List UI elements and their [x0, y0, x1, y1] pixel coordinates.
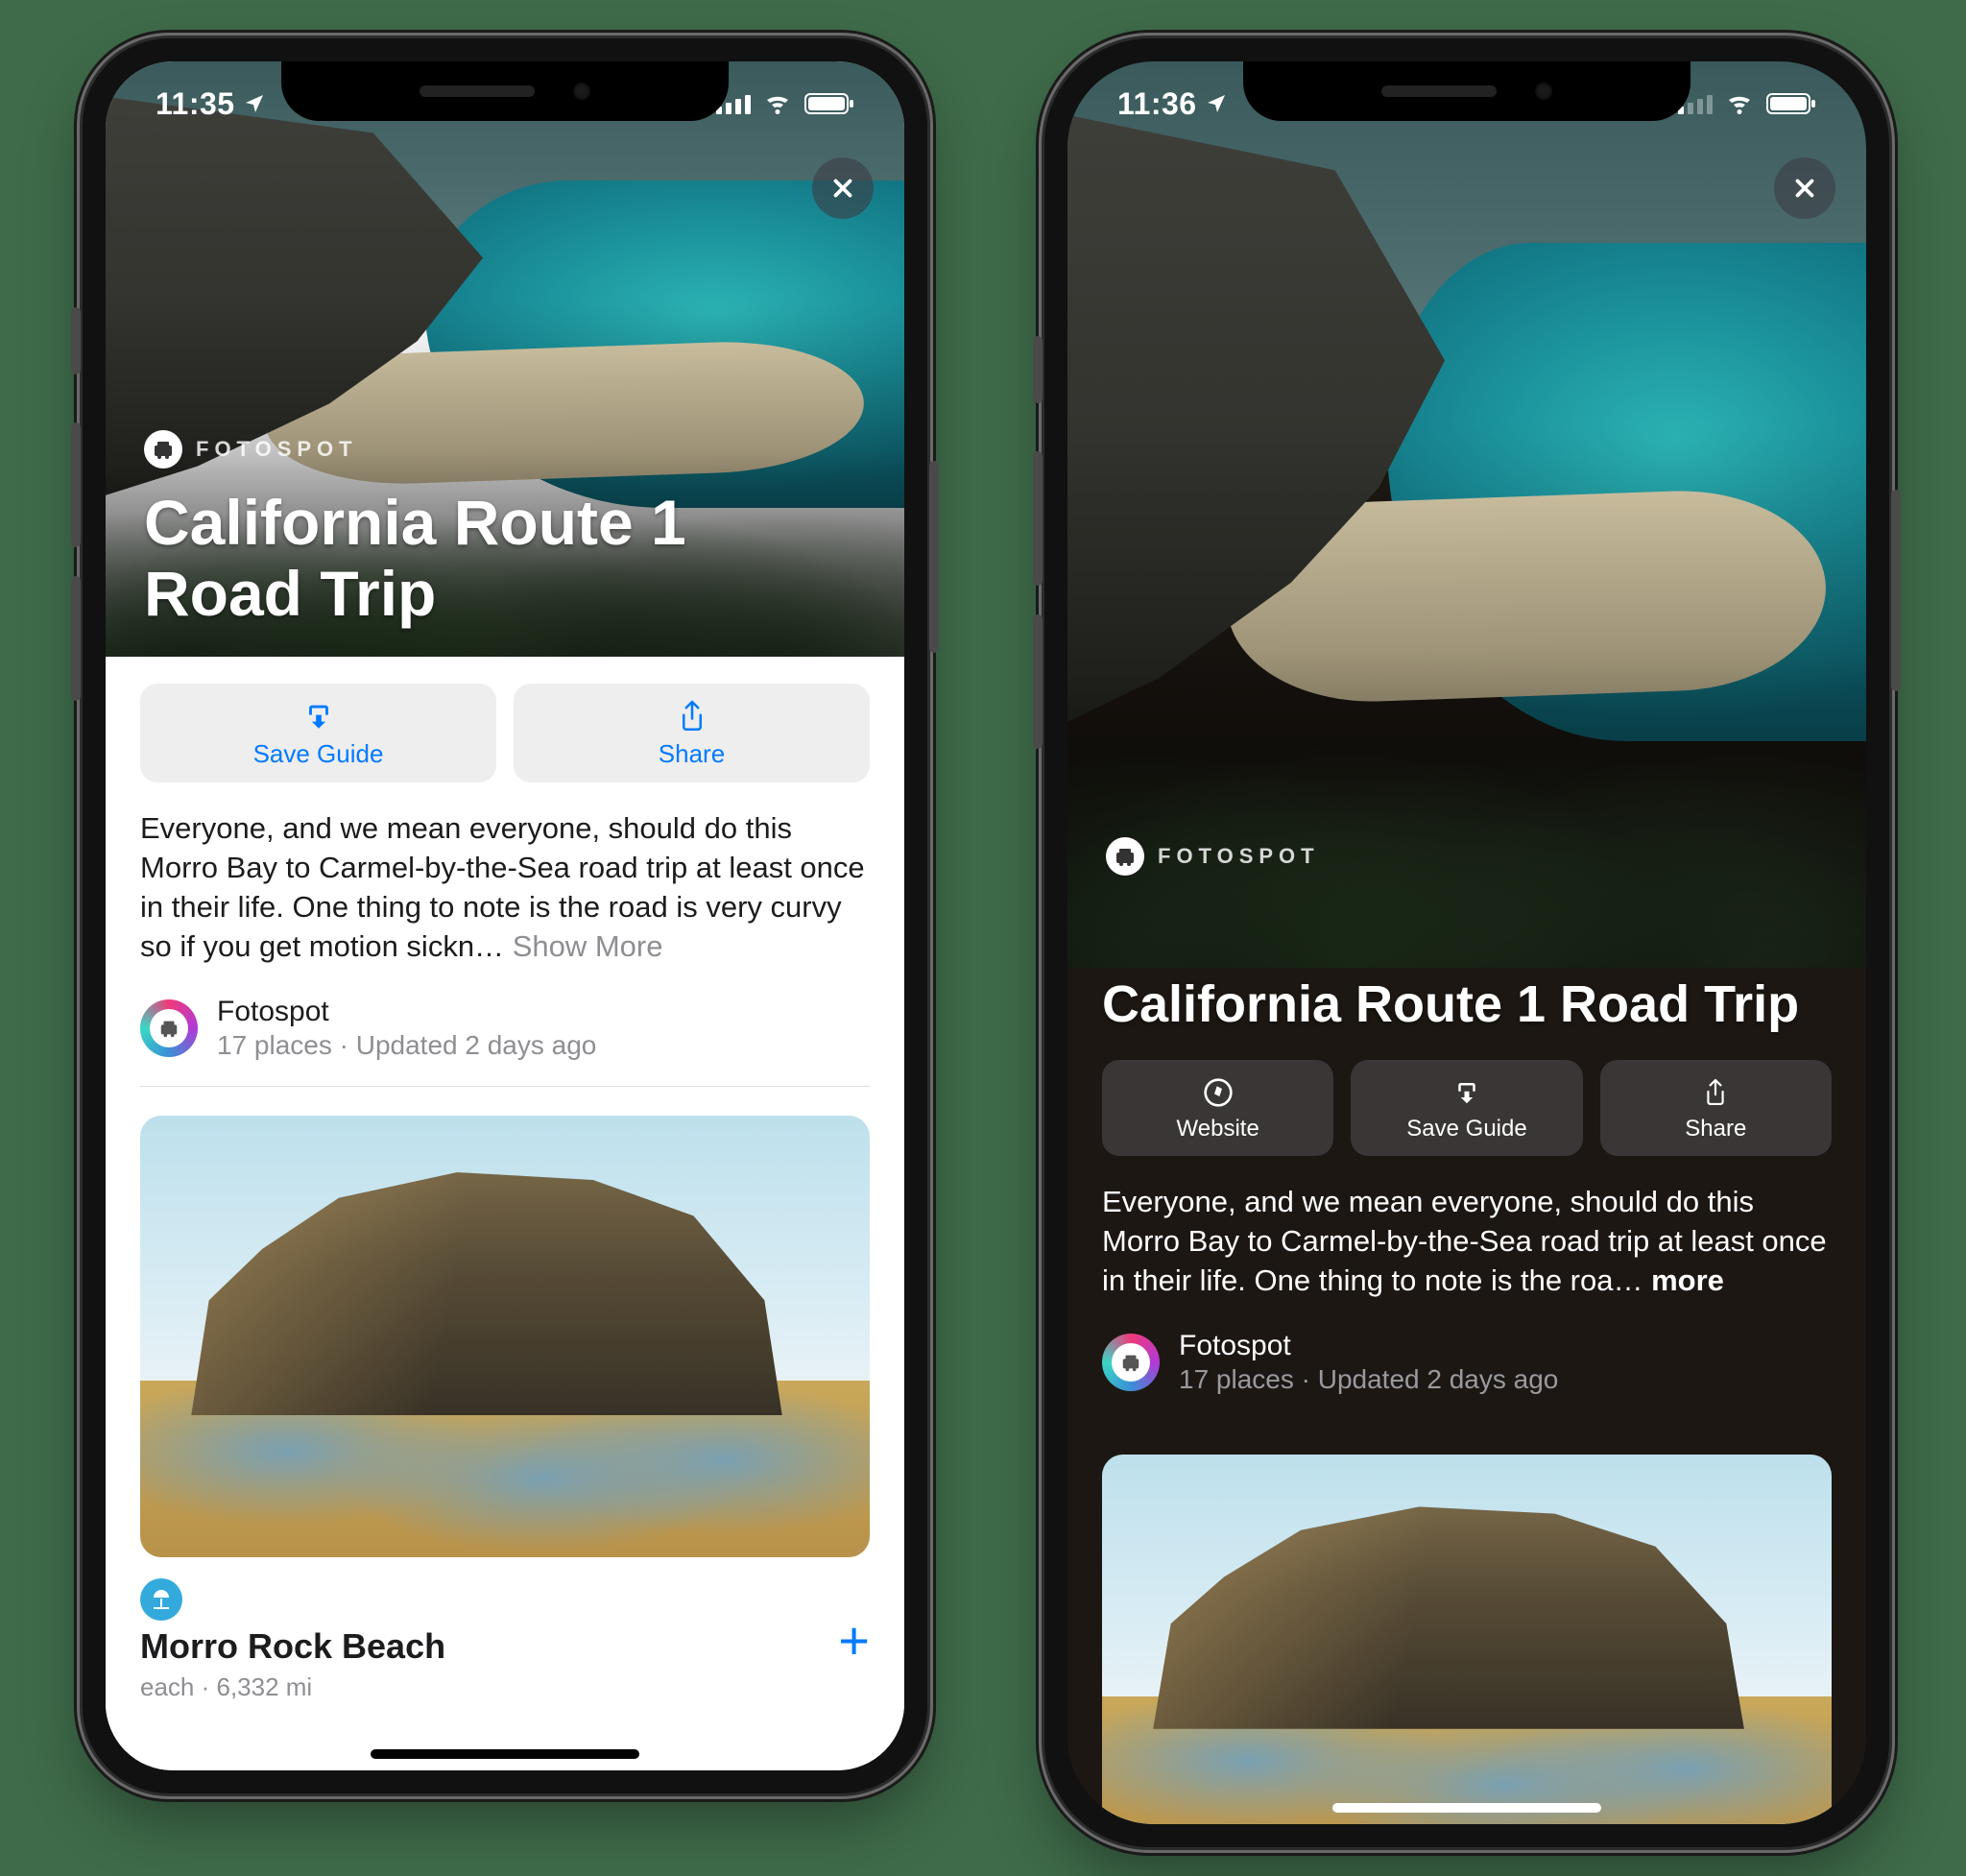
notch — [1243, 61, 1690, 121]
actions-row: Website Save Guide Share — [1102, 1060, 1832, 1156]
save-icon — [1452, 1075, 1481, 1110]
status-time: 11:35 — [156, 86, 235, 122]
location-icon — [243, 92, 266, 115]
save-guide-button[interactable]: Save Guide — [1351, 1060, 1582, 1156]
content-area[interactable]: California Route 1 Road Trip Website Sav… — [1067, 968, 1866, 1824]
show-more-button[interactable]: Show More — [513, 929, 663, 963]
publisher-name: Fotospot — [1179, 1330, 1558, 1362]
status-time: 11:36 — [1117, 86, 1197, 122]
battery-icon — [804, 92, 854, 115]
place-title[interactable]: Morro Rock Beach — [140, 1626, 445, 1667]
phone-frame-right: 11:36 FOTOSPOT — [1044, 38, 1889, 1847]
website-button[interactable]: Website — [1102, 1060, 1333, 1156]
publisher-brand: FOTOSPOT — [144, 430, 358, 469]
show-more-button[interactable]: more — [1651, 1263, 1724, 1297]
publisher-meta: 17 places · Updated 2 days ago — [217, 1030, 596, 1061]
publisher-brand: FOTOSPOT — [1106, 837, 1320, 876]
place-category-badge — [140, 1578, 182, 1621]
screen-left[interactable]: 11:35 FOTOSPOT — [106, 61, 904, 1770]
share-button[interactable]: Share — [1600, 1060, 1832, 1156]
share-icon — [1703, 1075, 1728, 1110]
screen-right[interactable]: 11:36 FOTOSPOT — [1067, 61, 1866, 1824]
publisher-name: Fotospot — [217, 996, 596, 1028]
guide-description: Everyone, and we mean everyone, should d… — [140, 809, 870, 967]
compass-icon — [1203, 1075, 1234, 1110]
home-indicator[interactable] — [371, 1749, 639, 1759]
close-icon — [1790, 174, 1819, 203]
guide-title: California Route 1 Road Trip — [1102, 975, 1832, 1033]
place-subtitle: each · 6,332 mi — [140, 1672, 445, 1702]
save-icon — [302, 699, 335, 734]
comparison-stage: 11:35 FOTOSPOT — [0, 0, 1966, 1876]
guide-description: Everyone, and we mean everyone, should d… — [1102, 1183, 1832, 1301]
wifi-icon — [762, 92, 793, 115]
publisher-brand-icon — [1106, 837, 1144, 876]
wifi-icon — [1724, 92, 1755, 115]
hero-image: FOTOSPOT — [1067, 61, 1866, 968]
publisher-row[interactable]: Fotospot 17 places · Updated 2 days ago — [1102, 1330, 1832, 1420]
location-icon — [1205, 92, 1228, 115]
place-header: Morro Rock Beach each · 6,332 mi + — [140, 1578, 870, 1702]
publisher-avatar — [140, 999, 198, 1057]
close-icon — [828, 174, 857, 203]
phone-frame-left: 11:35 FOTOSPOT — [83, 38, 927, 1793]
place-card-image[interactable] — [140, 1116, 870, 1557]
publisher-avatar — [1102, 1334, 1160, 1391]
share-icon — [678, 699, 707, 734]
publisher-brand-icon — [144, 430, 182, 469]
notch — [281, 61, 729, 121]
publisher-row[interactable]: Fotospot 17 places · Updated 2 days ago — [140, 996, 870, 1087]
close-button[interactable] — [1774, 157, 1835, 219]
beach-umbrella-icon — [150, 1588, 173, 1611]
publisher-meta: 17 places · Updated 2 days ago — [1179, 1364, 1558, 1395]
save-guide-button[interactable]: Save Guide — [140, 684, 496, 782]
battery-icon — [1766, 92, 1816, 115]
guide-title: California Route 1 Road Trip — [144, 488, 739, 630]
home-indicator[interactable] — [1332, 1803, 1601, 1813]
close-button[interactable] — [812, 157, 874, 219]
place-card-image[interactable] — [1102, 1455, 1832, 1824]
add-place-button[interactable]: + — [838, 1609, 870, 1672]
hero-image: FOTOSPOT California Route 1 Road Trip — [106, 61, 904, 657]
actions-row: Save Guide Share — [140, 684, 870, 782]
share-button[interactable]: Share — [514, 684, 870, 782]
content-area[interactable]: Save Guide Share Everyone, and we mean e… — [106, 657, 904, 1770]
